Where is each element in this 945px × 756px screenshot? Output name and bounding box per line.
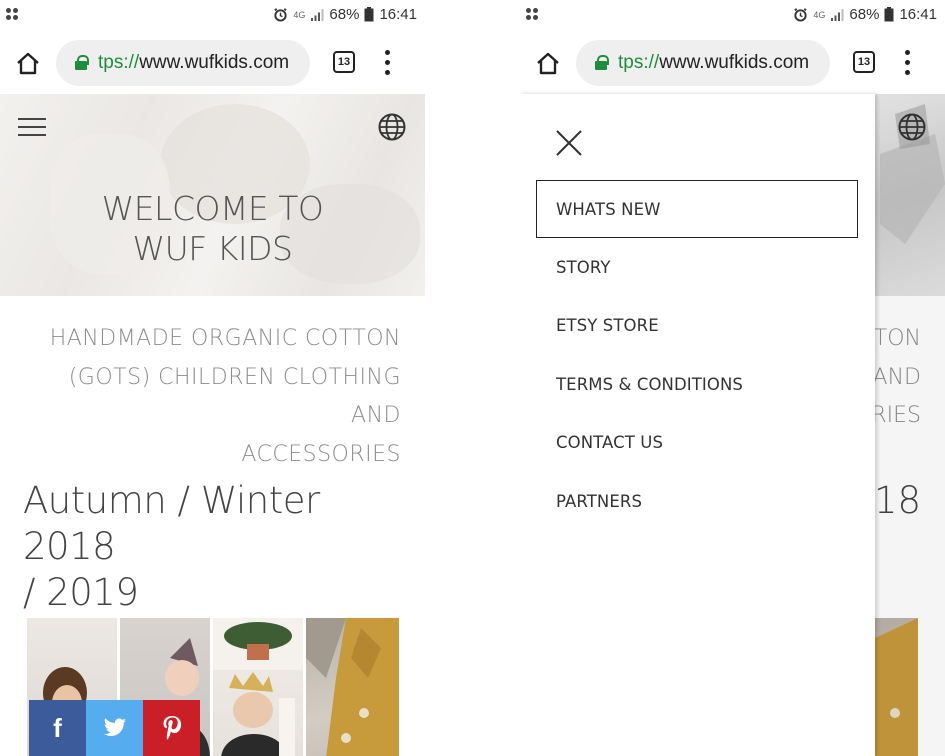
pinterest-share-button[interactable] — [143, 700, 200, 756]
hero-banner: WELCOME TO WUF KIDS — [0, 94, 425, 296]
status-bar: 4G 68% 16:41 — [0, 0, 425, 32]
twitter-icon — [103, 718, 126, 736]
facebook-icon: f — [53, 712, 62, 743]
clock: 16:41 — [899, 6, 937, 23]
battery-percent: 68% — [849, 6, 880, 23]
url-text: tps://www.wufkids.com — [98, 52, 290, 73]
url-text: tps://www.wufkids.com — [618, 52, 810, 73]
clock: 16:41 — [379, 6, 417, 23]
network-type: 4G — [293, 9, 306, 20]
phone-screen-menu-open: 4G 68% 16:41 tps://www.wufkids.com 13 TO… — [520, 0, 945, 756]
battery-icon — [364, 7, 374, 22]
browser-toolbar: tps://www.wufkids.com 13 — [520, 36, 945, 92]
navigation-drawer: WHATS NEW STORY ETSY STORE TERMS & CONDITIO… — [520, 94, 875, 756]
nav-item-terms-conditions[interactable]: TERMS & CONDITIONS — [536, 355, 858, 413]
more-vert-icon[interactable] — [904, 50, 912, 76]
address-bar[interactable]: tps://www.wufkids.com — [56, 40, 310, 86]
social-share-bar: f — [29, 700, 200, 756]
status-icons: 4G 68% 16:41 — [273, 6, 417, 23]
home-icon — [17, 52, 39, 75]
hamburger-icon[interactable] — [18, 118, 46, 136]
network-type: 4G — [813, 9, 826, 20]
nav-menu-list: WHATS NEW STORY ETSY STORE TERMS & CONDITIO… — [536, 180, 858, 530]
signal-icon — [831, 8, 844, 21]
battery-icon — [884, 7, 894, 22]
home-button[interactable] — [534, 50, 562, 78]
home-icon — [537, 52, 559, 75]
alarm-icon — [794, 8, 808, 22]
brand-tagline: HANDMADE ORGANIC COTTON (GOTS) CHILDREN … — [49, 326, 401, 467]
tab-switcher-button[interactable]: 13 — [853, 51, 875, 73]
nav-item-contact-us[interactable]: CONTACT US — [536, 414, 858, 472]
nav-item-partners[interactable]: PARTNERS — [536, 472, 858, 530]
status-bar: 4G 68% 16:41 — [520, 0, 945, 32]
facebook-share-button[interactable]: f — [29, 700, 86, 756]
nav-item-story[interactable]: STORY — [536, 238, 858, 296]
lock-icon — [74, 55, 89, 71]
signal-icon — [311, 8, 324, 21]
phone-screen-home: 4G 68% 16:41 tps://www.wufkids.com 13 WE… — [0, 0, 425, 756]
status-icons: 4G 68% 16:41 — [793, 6, 937, 23]
tab-switcher-button[interactable]: 13 — [333, 51, 355, 73]
gallery-photo-mustard-overalls[interactable] — [306, 618, 399, 756]
gallery-photo-plant-baby[interactable] — [213, 618, 303, 756]
nav-item-etsy-store[interactable]: ETSY STORE — [536, 297, 858, 355]
twitter-share-button[interactable] — [86, 700, 143, 756]
lock-icon — [594, 55, 609, 71]
more-vert-icon[interactable] — [384, 50, 392, 76]
collection-title: Autumn / Winter 2018 / 2019 — [23, 479, 320, 614]
globe-icon[interactable] — [377, 112, 407, 142]
battery-percent: 68% — [329, 6, 360, 23]
home-button[interactable] — [14, 50, 42, 78]
browser-toolbar: tps://www.wufkids.com 13 — [0, 36, 425, 92]
address-bar[interactable]: tps://www.wufkids.com — [576, 40, 830, 86]
notification-dots-icon — [6, 8, 20, 22]
close-icon[interactable] — [554, 128, 584, 158]
alarm-icon — [274, 8, 288, 22]
hero-title: WELCOME TO WUF KIDS — [101, 189, 324, 268]
pinterest-icon — [163, 716, 181, 740]
nav-item-whats-new[interactable]: WHATS NEW — [536, 180, 858, 239]
notification-dots-icon — [526, 8, 540, 22]
